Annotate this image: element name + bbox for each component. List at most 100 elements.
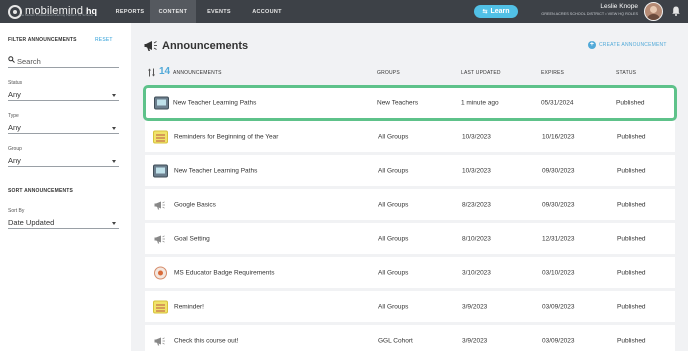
- chevron-down-icon: [112, 222, 116, 225]
- nav-account[interactable]: ACCOUNT: [244, 0, 290, 23]
- table-row[interactable]: Google Basics All Groups 8/23/2023 09/30/20…: [145, 189, 675, 220]
- chevron-down-icon: [112, 94, 116, 97]
- screen-thumbnail-icon: [153, 164, 168, 177]
- row-last-updated: 3/10/2023: [462, 269, 491, 276]
- badge-icon: [154, 266, 167, 279]
- row-status: Published: [617, 337, 646, 344]
- table-row[interactable]: Reminder! All Groups 3/9/2023 03/09/2023 Pub…: [145, 291, 675, 322]
- row-last-updated: 10/3/2023: [462, 133, 491, 140]
- row-expires: 10/16/2023: [542, 133, 575, 140]
- table-row[interactable]: MS Educator Badge Requirements All Groups…: [145, 257, 675, 288]
- row-groups: All Groups: [378, 133, 409, 140]
- row-title: New Teacher Learning Paths: [173, 99, 257, 107]
- row-title: Reminder!: [174, 303, 204, 310]
- sort-arrows-icon[interactable]: [148, 68, 155, 77]
- row-title: MS Educator Badge Requirements: [174, 269, 275, 276]
- sticky-note-icon: [153, 300, 168, 313]
- row-expires: 09/30/2023: [542, 201, 575, 208]
- row-groups: All Groups: [378, 303, 409, 310]
- table-row[interactable]: Reminders for Beginning of the Year All G…: [145, 121, 675, 152]
- sort-by-select[interactable]: Date Updated: [8, 217, 119, 229]
- mobilemind-logo[interactable]: mobilemind: [8, 3, 83, 20]
- row-expires: 03/09/2023: [542, 337, 575, 344]
- announcement-count: 14: [159, 66, 171, 77]
- megaphone-icon: [153, 334, 168, 347]
- megaphone-icon: [153, 198, 168, 211]
- row-title: Reminders for Beginning of the Year: [174, 133, 279, 140]
- row-expires: 05/31/2024: [541, 99, 574, 107]
- megaphone-icon: [144, 41, 157, 51]
- row-status: Published: [617, 269, 646, 276]
- sort-by-value: Date Updated: [8, 218, 55, 227]
- row-groups: All Groups: [378, 269, 409, 276]
- type-value: Any: [8, 123, 21, 132]
- learn-button-label: Learn: [490, 8, 510, 15]
- logo-tagline: The Modern Professional Learning Platfor…: [19, 13, 93, 17]
- filter-sidebar: FILTER ANNOUNCEMENTS RESET Status Any Ty…: [0, 23, 131, 351]
- row-title: Goal Setting: [174, 235, 210, 242]
- row-title: New Teacher Learning Paths: [174, 167, 258, 174]
- search-icon: [8, 56, 15, 63]
- notification-bell-icon[interactable]: [672, 6, 680, 16]
- row-last-updated: 3/9/2023: [462, 303, 488, 310]
- row-expires: 09/30/2023: [542, 167, 575, 174]
- row-expires: 03/10/2023: [542, 269, 575, 276]
- col-expires[interactable]: EXPIRES: [541, 70, 564, 76]
- user-name[interactable]: Leslie Knope: [600, 3, 638, 10]
- sticky-note-icon: [153, 130, 168, 143]
- nav-content[interactable]: CONTENT: [150, 0, 196, 23]
- row-status: Published: [617, 235, 646, 242]
- product-label: hq: [86, 6, 97, 16]
- row-last-updated: 10/3/2023: [462, 167, 491, 174]
- type-label: Type: [8, 113, 19, 119]
- col-announcements[interactable]: ANNOUNCEMENTS: [173, 70, 222, 76]
- table-row[interactable]: New Teacher Learning Paths All Groups 10/3…: [145, 155, 675, 186]
- row-expires: 03/09/2023: [542, 303, 575, 310]
- table-row[interactable]: New Teacher Learning Paths New Teachers 1 …: [143, 85, 677, 121]
- status-select[interactable]: Any: [8, 89, 119, 101]
- group-label: Group: [8, 146, 22, 152]
- search-field: [8, 55, 119, 68]
- user-org[interactable]: GREEN ACRES SCHOOL DISTRICT • VIEW HQ RO…: [541, 12, 638, 16]
- group-select[interactable]: Any: [8, 155, 119, 167]
- screen-thumbnail-icon: [154, 96, 169, 110]
- row-status: Published: [617, 201, 646, 208]
- table-row[interactable]: Goal Setting All Groups 8/10/2023 12/31/202…: [145, 223, 675, 254]
- row-status: Published: [617, 303, 646, 310]
- row-title: Check this course out!: [174, 337, 239, 344]
- nav-reports[interactable]: REPORTS: [110, 0, 150, 23]
- row-status: Published: [616, 99, 645, 107]
- reset-link[interactable]: RESET: [95, 37, 113, 43]
- row-status: Published: [617, 133, 646, 140]
- search-input[interactable]: [17, 56, 117, 67]
- row-groups: All Groups: [378, 167, 409, 174]
- row-title: Google Basics: [174, 201, 216, 208]
- nav-events[interactable]: EVENTS: [198, 0, 240, 23]
- col-groups[interactable]: GROUPS: [377, 70, 400, 76]
- table-row[interactable]: Check this course out! GGL Cohort 3/9/2023…: [145, 325, 675, 351]
- row-groups: All Groups: [378, 235, 409, 242]
- plus-icon: +: [588, 41, 596, 49]
- megaphone-icon: [153, 232, 168, 245]
- row-groups: New Teachers: [377, 99, 419, 107]
- row-expires: 12/31/2023: [542, 235, 575, 242]
- chevron-down-icon: [112, 127, 116, 130]
- learn-button[interactable]: ⇆ Learn: [474, 5, 518, 18]
- row-groups: GGL Cohort: [378, 337, 413, 344]
- avatar[interactable]: [644, 2, 663, 21]
- status-label: Status: [8, 80, 23, 86]
- type-select[interactable]: Any: [8, 122, 119, 134]
- sort-by-label: Sort By: [8, 208, 25, 214]
- top-nav-bar: mobilemind The Modern Professional Learn…: [0, 0, 688, 23]
- row-last-updated: 8/10/2023: [462, 235, 491, 242]
- row-groups: All Groups: [378, 201, 409, 208]
- create-announcement-button[interactable]: + CREATE ANNOUNCEMENT: [588, 41, 667, 49]
- row-last-updated: 1 minute ago: [461, 99, 499, 107]
- col-last-updated[interactable]: LAST UPDATED: [461, 70, 501, 76]
- sort-title: SORT ANNOUNCEMENTS: [8, 188, 74, 194]
- page-title: Announcements: [162, 40, 249, 52]
- col-status[interactable]: STATUS: [616, 70, 636, 76]
- group-value: Any: [8, 156, 21, 165]
- create-announcement-label: CREATE ANNOUNCEMENT: [599, 42, 667, 48]
- swap-icon: ⇆: [482, 9, 488, 15]
